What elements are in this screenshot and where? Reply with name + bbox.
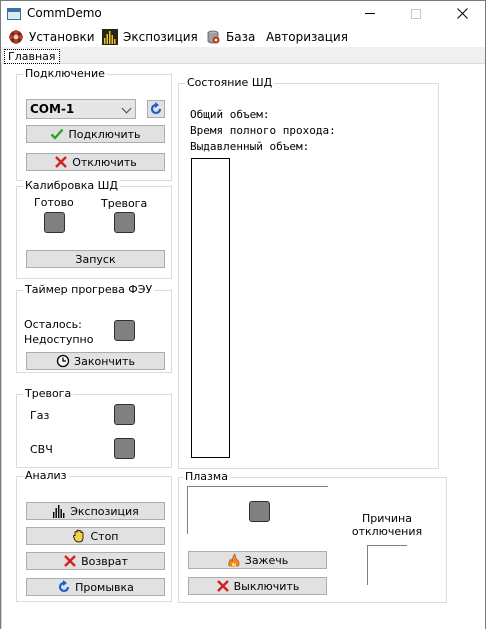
calibration-alarm-label: Тревога [101,197,148,210]
menu-database-label: База [226,30,256,44]
menu-settings[interactable]: Установки [8,28,95,46]
refresh-icon [58,580,70,593]
tab-main[interactable]: Главная [4,49,60,64]
fire-icon [228,553,240,567]
stop-button-label: Стоп [90,529,119,543]
finish-timer-button[interactable]: Закончить [26,352,165,370]
exposure-button-label: Экспозиция [70,504,139,518]
menu-database[interactable]: База [205,28,255,46]
menu-exposure[interactable]: Экспозиция [102,28,198,46]
maximize-icon [411,8,421,19]
microwave-indicator [114,438,135,459]
pushed-volume-label: Выдавленный объем: [190,140,310,153]
shutdown-reason-label: Причина отключения [351,512,423,538]
plasma-off-button[interactable]: Выключить [188,577,327,595]
database-gear-icon [207,30,220,44]
menu-settings-label: Установки [29,30,95,44]
port-select[interactable]: COM-1 [26,99,136,119]
total-volume-label: Общий объем: [190,108,270,121]
warmup-timer-title: Таймер прогрева ФЭУ [23,283,155,297]
connect-button[interactable]: Подключить [26,125,165,143]
menu-authorization[interactable]: Авторизация [266,28,348,46]
ignite-button[interactable]: Зажечь [188,551,327,569]
tab-strip: Главная [1,47,485,64]
disconnect-button-label: Отключить [72,155,137,169]
calibration-group-title: Калибровка ШД [23,179,120,193]
timer-status-label: Недоступно [24,333,94,346]
gas-label: Газ [30,409,50,422]
stop-button[interactable]: Стоп [26,527,165,545]
connect-button-label: Подключить [68,127,141,141]
calibration-start-button[interactable]: Запуск [26,250,165,268]
plasma-off-button-label: Выключить [233,579,300,593]
volume-level-bar [191,158,230,458]
alarm-group-title: Тревога [23,387,74,401]
timer-indicator [114,320,135,341]
app-window: CommDemo Установки Экспозиция База Автор… [0,0,486,629]
main-panel: Подключение COM-1 Подключить Отключить К… [1,64,485,629]
connection-group-title: Подключение [23,67,107,81]
calibration-alarm-indicator [114,212,135,233]
shutdown-reason-panel [367,545,407,585]
minimize-button[interactable] [347,1,393,27]
microwave-label: СВЧ [30,443,53,456]
hand-stop-icon [73,529,84,543]
analysis-group-title: Анализ [23,469,69,483]
cross-icon [55,156,68,168]
calibration-ready-indicator [44,212,65,233]
connection-group: Подключение COM-1 Подключить Отключить [16,67,172,181]
maximize-button[interactable] [393,1,439,27]
exposure-button[interactable]: Экспозиция [26,502,165,520]
disconnect-button[interactable]: Отключить [26,153,165,171]
clock-icon [56,354,70,368]
chevron-down-icon [121,103,132,114]
checkmark-icon [51,128,64,140]
plasma-group-title: Плазма [183,470,230,484]
app-icon [7,8,21,20]
cross-icon [216,580,229,592]
refresh-ports-button[interactable] [147,100,165,118]
plasma-indicator [249,501,270,522]
full-pass-time-label: Время полного прохода: [190,124,336,137]
bar-chart-icon [53,505,65,518]
gear-flower-icon [9,30,23,44]
close-button[interactable] [439,1,485,27]
port-select-value: COM-1 [30,102,75,116]
close-icon [456,8,468,19]
return-button[interactable]: Возврат [26,552,165,570]
window-title: CommDemo [27,6,102,20]
title-bar: CommDemo [1,1,485,27]
menu-exposure-label: Экспозиция [123,30,198,44]
gas-indicator [114,404,135,425]
calibration-ready-label: Готово [34,196,74,209]
sd-state-group: Состояние ШД Общий объем: Время полного … [178,76,439,469]
plasma-group: Плазма Зажечь Выключить Причина отключен… [178,470,447,603]
alarm-group: Тревога Газ СВЧ [16,387,172,468]
refresh-icon [150,102,162,115]
bar-chart-icon [102,29,118,45]
menu-authorization-label: Авторизация [266,30,348,44]
plasma-status-panel [187,486,328,534]
analysis-group: Анализ Экспозиция Стоп Возврат Промывка [16,469,172,602]
flush-button[interactable]: Промывка [26,578,165,596]
return-button-label: Возврат [81,554,128,568]
warmup-timer-group: Таймер прогрева ФЭУ Осталось: Недоступно… [16,283,172,373]
calibration-group: Калибровка ШД Готово Тревога Запуск [16,179,172,279]
flush-button-label: Промывка [75,580,134,594]
cross-icon [64,555,76,567]
calibration-start-label: Запуск [75,252,116,266]
minimize-icon [365,13,375,14]
menu-bar: Установки Экспозиция База Авторизация [1,27,485,47]
timer-remaining-label: Осталось: [24,318,82,331]
sd-state-title: Состояние ШД [185,76,275,90]
finish-timer-label: Закончить [74,354,135,368]
ignite-button-label: Зажечь [244,553,289,567]
